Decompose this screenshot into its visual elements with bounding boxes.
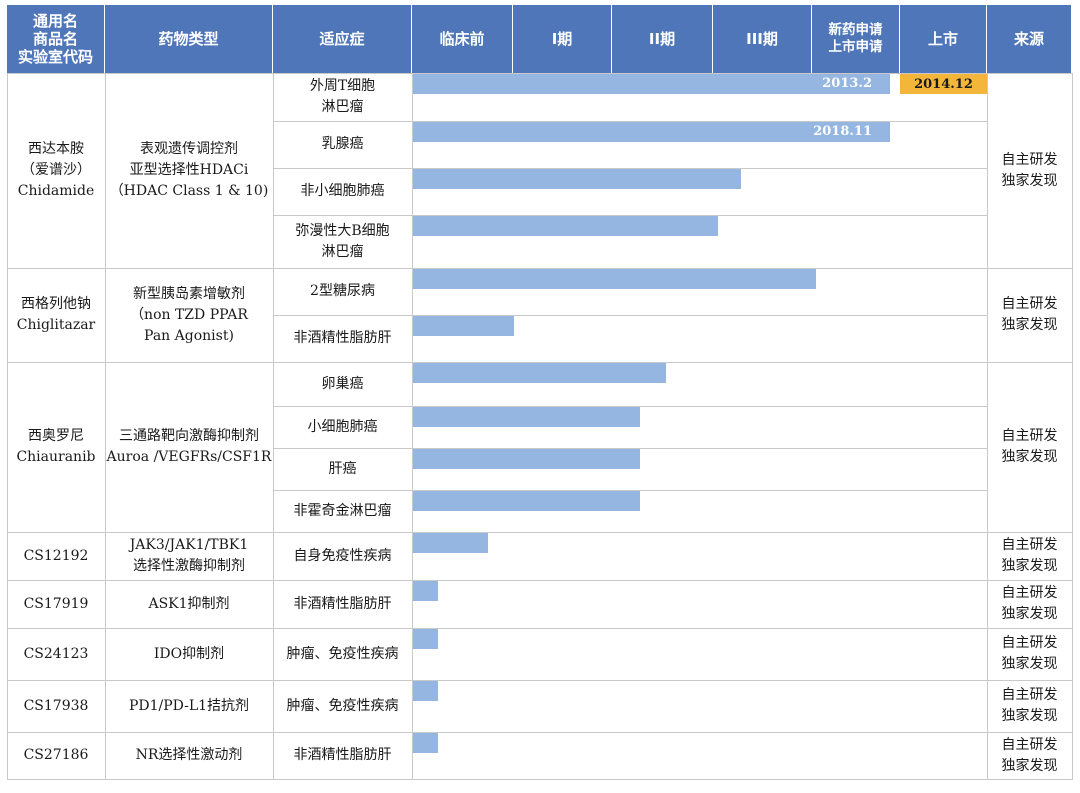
indication-label: 小细胞肺癌 <box>307 418 378 435</box>
progress-bar <box>413 407 640 427</box>
indication-label: 肿瘤、免疫性疾病 <box>286 697 399 714</box>
progress-bar <box>413 533 488 553</box>
drug-type: JAK3/JAK1/TBK1 选择性激酶抑制剂 <box>129 537 249 574</box>
header-phase: 新药申请 上市申请 <box>812 5 900 73</box>
indication-label: 非酒精性脂肪肝 <box>293 330 392 346</box>
drug-name: 西达本胺 （爱谱沙） Chidamide <box>17 141 95 199</box>
drug-type: 表观遗传调控剂 亚型选择性HDACi （HDAC Class 1 & 10) <box>109 141 269 199</box>
indication-label: 乳腺癌 <box>321 136 364 152</box>
grid-line <box>7 779 1073 780</box>
progress-bar <box>413 491 640 511</box>
drug-type: IDO抑制剂 <box>153 645 225 662</box>
bar-date-label: 2013.2 <box>822 76 872 91</box>
header-phase: II期 <box>612 5 713 73</box>
header-drug-type: 药物类型 <box>105 5 273 73</box>
header-phase: 上市 <box>900 5 987 73</box>
source-label: 自主研发 独家发现 <box>1001 296 1058 333</box>
drug-name: CS27186 <box>23 747 89 763</box>
grid-line <box>1072 73 1073 780</box>
source-label: 自主研发 独家发现 <box>1001 736 1058 774</box>
drug-name: 西奥罗尼 Chiauranib <box>16 428 96 465</box>
drug-type: 新型胰岛素增敏剂 （non TZD PPAR Pan Agonist) <box>130 285 248 344</box>
progress-bar <box>413 269 816 289</box>
drug-type: 三通路靶向激酶抑制剂 Auroa /VEGFRs/CSF1R <box>106 428 272 465</box>
market-date-marker: 2014.12 <box>900 74 987 94</box>
header-phase: I期 <box>513 5 612 73</box>
indication-label: 非小细胞肺癌 <box>300 183 385 199</box>
source-label: 自主研发 独家发现 <box>1001 428 1058 465</box>
header-phase: III期 <box>713 5 812 73</box>
progress-bar <box>413 216 718 236</box>
drug-name: CS17938 <box>23 697 89 714</box>
progress-bar <box>413 316 514 336</box>
drug-name: CS24123 <box>23 645 89 662</box>
indication-label: 卵巢癌 <box>321 375 364 392</box>
drug-name: CS12192 <box>23 547 89 564</box>
drug-name: 西格列他钠 Chiglitazar <box>16 296 96 333</box>
source-label: 自主研发 独家发现 <box>1001 585 1058 622</box>
header-phase: 临床前 <box>412 5 513 73</box>
indication-label: 肿瘤、免疫性疾病 <box>286 645 399 662</box>
progress-bar <box>413 681 438 701</box>
drug-type: ASK1抑制剂 <box>148 595 230 612</box>
indication-label: 2型糖尿病 <box>310 283 375 299</box>
indication-label: 肝癌 <box>328 460 357 477</box>
source-label: 自主研发 独家发现 <box>1001 635 1058 672</box>
indication-label: 外周T细胞 淋巴瘤 <box>309 78 376 115</box>
progress-bar <box>413 733 438 753</box>
bar-date-label: 2018.11 <box>813 124 872 139</box>
header-source: 来源 <box>987 5 1072 73</box>
indication-label: 非酒精性脂肪肝 <box>293 595 392 612</box>
drug-type: PD1/PD-L1拮抗剂 <box>128 697 250 714</box>
progress-bar <box>413 169 741 189</box>
indication-label: 非霍奇金淋巴瘤 <box>293 502 392 519</box>
source-label: 自主研发 独家发现 <box>1001 151 1058 189</box>
header-indication: 适应症 <box>273 5 412 73</box>
pipeline-table: 通用名 商品名 实验室代码 药物类型 适应症 临床前 I期 II期 III期 新药申请 上市申… <box>0 0 1080 793</box>
progress-bar <box>413 629 438 649</box>
progress-bar <box>413 449 640 469</box>
drug-name: CS17919 <box>23 595 89 612</box>
indication-label: 弥漫性大B细胞 淋巴瘤 <box>295 222 390 260</box>
source-label: 自主研发 独家发现 <box>1001 537 1058 574</box>
progress-bar <box>413 363 666 383</box>
header-drug-name: 通用名 商品名 实验室代码 <box>7 5 105 73</box>
drug-type: NR选择性激动剂 <box>135 747 243 763</box>
indication-label: 自身免疫性疾病 <box>293 547 392 564</box>
indication-label: 非酒精性脂肪肝 <box>293 747 392 763</box>
progress-bar <box>413 581 438 601</box>
source-label: 自主研发 独家发现 <box>1001 687 1058 724</box>
